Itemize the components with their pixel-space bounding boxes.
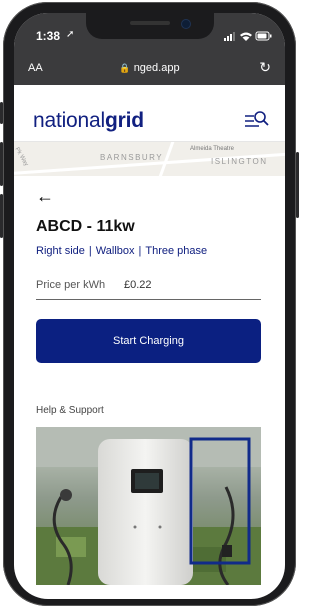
back-arrow-icon[interactable]: ← [36, 186, 54, 207]
screen-bottom [14, 569, 285, 599]
help-support-heading: Help & Support [36, 405, 104, 416]
price-label: Price per kWh [36, 279, 106, 291]
location-arrow-icon: ➚ [66, 29, 75, 40]
map-road-label: Pk Way [14, 146, 29, 168]
phone-frame: 1:38 ➚ AA 🔒 nged.app ↻ nationalgrid Pk W… [0, 2, 299, 606]
status-time: 1:38 [36, 29, 61, 43]
lock-icon: 🔒 [119, 63, 131, 73]
tag-separator: | [138, 245, 142, 257]
tag-phase: Three phase [145, 245, 208, 257]
charger-photo [36, 427, 261, 585]
site-header: nationalgrid [14, 85, 285, 142]
map-poi-label: Almeida Theatre [190, 146, 234, 152]
url-field[interactable]: 🔒 nged.app [14, 62, 285, 74]
mute-switch [0, 102, 3, 124]
power-button [296, 152, 299, 218]
logo-text-regular: national [33, 109, 105, 132]
notch [86, 13, 214, 39]
url-text: nged.app [133, 62, 180, 74]
charger-photo-illustration [36, 427, 261, 585]
tag-separator: | [88, 245, 92, 257]
browser-address-bar[interactable]: AA 🔒 nged.app ↻ [14, 53, 285, 85]
price-row: Price per kWh £0.22 [36, 273, 261, 300]
camera [181, 19, 191, 29]
start-charging-button[interactable]: Start Charging [36, 319, 261, 363]
volume-down-button [0, 194, 3, 238]
phone-screen: 1:38 ➚ AA 🔒 nged.app ↻ nationalgrid Pk W… [14, 13, 285, 599]
national-grid-logo[interactable]: nationalgrid [33, 109, 144, 133]
map-area-label: BARNSBURY [100, 153, 164, 162]
volume-up-button [0, 142, 3, 186]
charger-title: ABCD - 11kw [36, 218, 135, 235]
price-value: £0.22 [124, 279, 152, 291]
reload-icon[interactable]: ↻ [259, 59, 271, 76]
map-strip[interactable]: Pk Way BARNSBURY Almeida Theatre ISLINGT… [14, 142, 285, 176]
charger-tags: Right side | Wallbox | Three phase [36, 245, 207, 257]
logo-text-bold: grid [104, 109, 144, 132]
tag-type: Wallbox [95, 245, 135, 257]
menu-search-icon[interactable] [245, 110, 269, 130]
status-bar: 1:38 ➚ [14, 13, 285, 53]
tag-location: Right side [36, 245, 85, 257]
speaker [130, 21, 170, 25]
map-area-label: ISLINGTON [211, 157, 268, 166]
signal-wifi-battery-icon [224, 31, 272, 41]
